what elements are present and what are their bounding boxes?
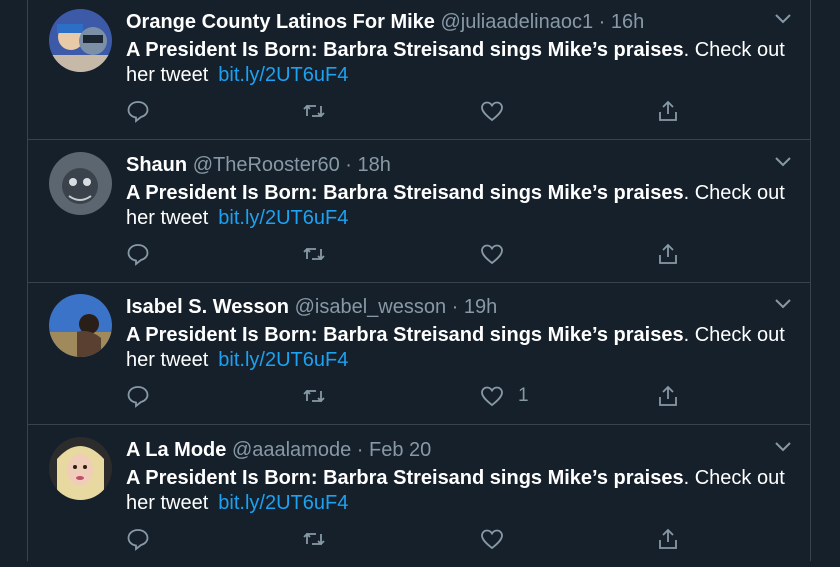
chevron-down-icon[interactable] [774, 440, 792, 454]
share-icon [659, 385, 677, 406]
tweet-header: Isabel S. Wesson @isabel_wesson · 19h [126, 295, 497, 319]
tweet-link[interactable]: bit.ly/2UT6uF4 [218, 492, 348, 514]
reply-button[interactable] [126, 241, 150, 267]
tweet-headline: A President Is Born: Barbra Streisand si… [126, 182, 684, 204]
avatar[interactable] [49, 437, 112, 500]
heart-icon [481, 244, 503, 265]
tweet-actions: 1 [126, 383, 796, 409]
tweet-actions [126, 526, 796, 552]
heart-icon [481, 529, 503, 550]
tweet-headline: A President Is Born: Barbra Streisand si… [126, 467, 684, 489]
handle-and-time: @juliaadelinaoc1 · 16h [440, 11, 645, 33]
share-button[interactable] [656, 383, 680, 409]
reply-button[interactable] [126, 98, 150, 124]
tweet-text: A President Is Born: Barbra Streisand si… [126, 466, 796, 516]
tweet-actions [126, 98, 796, 124]
like-count: 1 [518, 385, 529, 406]
reply-icon [127, 529, 149, 551]
retweet-button[interactable] [302, 98, 326, 124]
handle-and-time: @aaalamode · Feb 20 [231, 439, 432, 461]
tweet-actions [126, 241, 796, 267]
display-name[interactable]: Orange County Latinos For Mike [126, 11, 435, 33]
avatar[interactable] [49, 9, 112, 72]
tweet-headline: A President Is Born: Barbra Streisand si… [126, 39, 684, 61]
share-button[interactable] [656, 98, 680, 124]
tweet-text: A President Is Born: Barbra Streisand si… [126, 181, 796, 231]
chevron-down-icon[interactable] [774, 12, 792, 26]
chevron-down-icon[interactable] [774, 155, 792, 169]
display-name[interactable]: Shaun [126, 154, 187, 176]
tweet-link[interactable]: bit.ly/2UT6uF4 [218, 64, 348, 86]
tweet-link[interactable]: bit.ly/2UT6uF4 [218, 349, 348, 371]
tweet-headline: A President Is Born: Barbra Streisand si… [126, 324, 684, 346]
tweet-header: Orange County Latinos For Mike @juliaade… [126, 10, 644, 34]
reply-button[interactable] [126, 383, 150, 409]
tweet-header: A La Mode @aaalamode · Feb 20 [126, 438, 431, 462]
tweet[interactable]: Isabel S. Wesson @isabel_wesson · 19h A … [28, 283, 810, 425]
timeline: Orange County Latinos For Mike @juliaade… [27, 0, 811, 561]
tweet-header: Shaun @TheRooster60 · 18h [126, 153, 391, 177]
share-icon [659, 100, 677, 121]
reply-icon [127, 386, 149, 408]
tweet[interactable]: Shaun @TheRooster60 · 18h A President Is… [28, 141, 810, 283]
share-icon [659, 243, 677, 264]
tweet-text: A President Is Born: Barbra Streisand si… [126, 323, 796, 373]
display-name[interactable]: A La Mode [126, 439, 226, 461]
like-button[interactable] [480, 98, 518, 124]
tweet[interactable]: Orange County Latinos For Mike @juliaade… [28, 0, 810, 140]
retweet-button[interactable] [302, 383, 326, 409]
like-button[interactable] [480, 241, 518, 267]
avatar[interactable] [49, 152, 112, 215]
like-button[interactable] [480, 526, 518, 552]
handle-and-time: @isabel_wesson · 19h [294, 296, 498, 318]
reply-icon [127, 244, 149, 266]
share-button[interactable] [656, 526, 680, 552]
share-icon [659, 528, 677, 549]
avatar[interactable] [49, 294, 112, 357]
retweet-icon [303, 104, 325, 118]
retweet-button[interactable] [302, 241, 326, 267]
share-button[interactable] [656, 241, 680, 267]
retweet-icon [303, 389, 325, 403]
chevron-down-icon[interactable] [774, 297, 792, 311]
heart-icon [481, 101, 503, 122]
retweet-button[interactable] [302, 526, 326, 552]
heart-icon [481, 386, 503, 407]
tweet-text: A President Is Born: Barbra Streisand si… [126, 38, 796, 88]
reply-icon [127, 101, 149, 123]
tweet[interactable]: A La Mode @aaalamode · Feb 20 A Presiden… [28, 426, 810, 567]
handle-and-time: @TheRooster60 · 18h [192, 154, 391, 176]
reply-button[interactable] [126, 526, 150, 552]
like-button[interactable]: 1 [480, 383, 529, 409]
retweet-icon [303, 532, 325, 546]
display-name[interactable]: Isabel S. Wesson [126, 296, 289, 318]
tweet-link[interactable]: bit.ly/2UT6uF4 [218, 207, 348, 229]
retweet-icon [303, 247, 325, 261]
